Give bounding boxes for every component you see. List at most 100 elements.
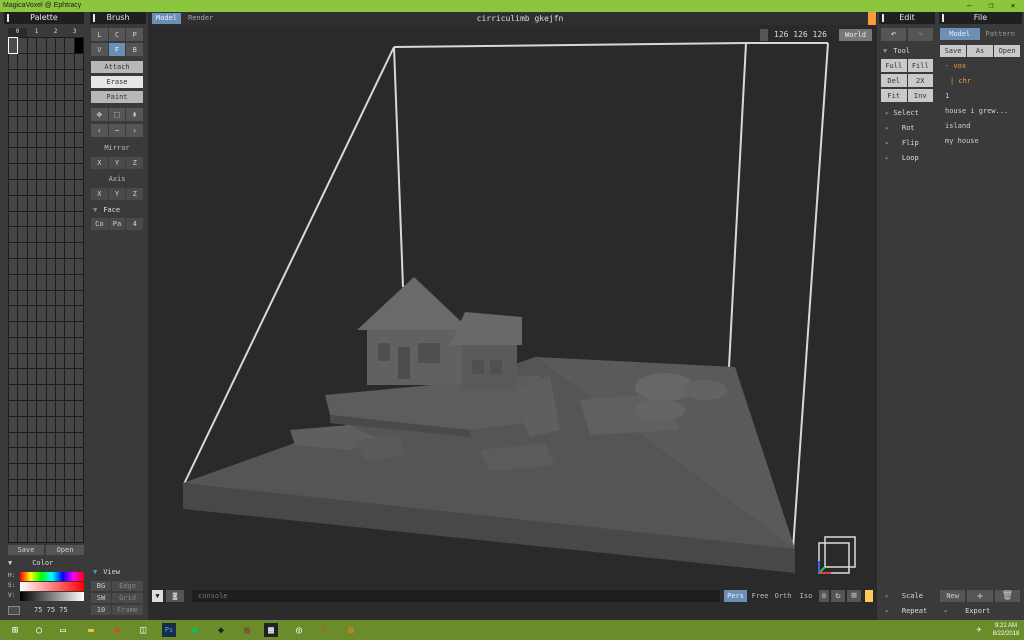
file-explorer-icon[interactable]: ▬: [84, 623, 98, 637]
palette-swatch[interactable]: [65, 511, 74, 527]
palette-swatch[interactable]: [55, 132, 65, 148]
palette-swatch[interactable]: [37, 400, 46, 416]
orientation-gizmo[interactable]: [815, 535, 857, 577]
palette-swatch[interactable]: [37, 385, 46, 400]
palette-swatch[interactable]: [65, 274, 74, 290]
unity-icon[interactable]: ◆: [214, 623, 228, 637]
frame-button[interactable]: Frame: [112, 605, 143, 615]
palette-swatch[interactable]: [65, 243, 74, 258]
palette-swatch[interactable]: [18, 400, 27, 416]
minimize-button[interactable]: —: [958, 0, 980, 12]
tool-del-button[interactable]: Del: [881, 74, 907, 87]
undo-icon[interactable]: ↶: [881, 28, 906, 41]
palette-swatch[interactable]: [27, 132, 37, 148]
palette-swatch[interactable]: [55, 464, 65, 479]
search-icon[interactable]: ○: [32, 623, 46, 637]
palette-swatch[interactable]: [74, 164, 83, 180]
windows-start-icon[interactable]: ⊞: [8, 623, 22, 637]
palette-swatch[interactable]: [27, 101, 37, 116]
palette-swatch[interactable]: [18, 132, 27, 148]
add-icon[interactable]: +: [967, 590, 993, 602]
palette-swatch[interactable]: [65, 527, 74, 542]
tool-full-button[interactable]: Full: [881, 59, 907, 72]
palette-swatch[interactable]: [46, 180, 55, 195]
3d-viewport[interactable]: 126 126 126 World: [150, 25, 876, 587]
palette-swatch[interactable]: [74, 274, 83, 290]
pick-icon[interactable]: ⇞: [126, 108, 144, 121]
palette-swatch[interactable]: [27, 274, 37, 290]
palette-swatch[interactable]: [46, 290, 55, 306]
tab-model[interactable]: Model: [152, 13, 182, 24]
palette-swatch[interactable]: [37, 258, 46, 274]
tool-header[interactable]: ▼ Tool: [883, 47, 933, 56]
palette-swatch[interactable]: [37, 132, 46, 148]
brush-mode-voxel[interactable]: V: [91, 43, 108, 56]
palette-swatch[interactable]: [55, 274, 65, 290]
palette-swatch[interactable]: [74, 101, 83, 116]
palette-swatch[interactable]: [46, 400, 55, 416]
palette-swatch[interactable]: [65, 180, 74, 195]
palette-swatch[interactable]: [46, 464, 55, 479]
palette-swatch[interactable]: [18, 479, 27, 495]
palette-swatch[interactable]: [74, 53, 83, 69]
palette-swatch[interactable]: [55, 164, 65, 180]
palette-swatch[interactable]: [9, 53, 18, 69]
palette-swatch[interactable]: [18, 448, 27, 464]
tab-render[interactable]: Render: [184, 13, 217, 24]
trash-icon[interactable]: 🗑: [994, 590, 1020, 602]
palette-swatch[interactable]: [55, 495, 65, 511]
palette-swatch[interactable]: [65, 195, 74, 211]
palette-swatch[interactable]: [65, 116, 74, 132]
palette-swatch[interactable]: [74, 290, 83, 306]
palette-swatch[interactable]: [74, 432, 83, 448]
palette-swatch[interactable]: [27, 69, 37, 85]
list-item[interactable]: house i grew...: [940, 104, 1020, 119]
palette-swatch[interactable]: [46, 101, 55, 116]
palette-swatch[interactable]: [55, 101, 65, 116]
tool-2x-button[interactable]: 2X: [907, 74, 933, 87]
edge-button[interactable]: Edge: [112, 581, 143, 591]
task-view-icon[interactable]: ▭: [56, 623, 70, 637]
palette-swatch[interactable]: [18, 306, 27, 322]
list-item[interactable]: 1: [940, 89, 1020, 104]
palette-swatch[interactable]: [65, 353, 74, 369]
palette-swatch[interactable]: [9, 400, 18, 416]
scale-menu[interactable]: ▸ Scale: [885, 592, 933, 601]
palette-swatch[interactable]: [18, 180, 27, 195]
palette-swatch[interactable]: [9, 211, 18, 227]
palette-swatch[interactable]: [74, 69, 83, 85]
palette-swatch[interactable]: [55, 195, 65, 211]
palette-swatch[interactable]: [37, 306, 46, 322]
palette-swatch[interactable]: [9, 195, 18, 211]
palette-swatch[interactable]: [27, 416, 37, 432]
select-box-icon[interactable]: ⬚: [108, 108, 126, 121]
palette-swatch[interactable]: [37, 227, 46, 243]
palette-swatch[interactable]: [65, 164, 74, 180]
palette-swatch[interactable]: [74, 132, 83, 148]
palette-swatch[interactable]: [65, 53, 74, 69]
palette-swatch[interactable]: [27, 511, 37, 527]
grid-view-icon[interactable]: ⊞: [847, 590, 861, 602]
mirror-z-button[interactable]: Z: [126, 157, 144, 169]
palette-swatch[interactable]: [27, 258, 37, 274]
palette-swatch[interactable]: [65, 85, 74, 101]
palette-swatch[interactable]: [65, 227, 74, 243]
console-input[interactable]: [192, 590, 720, 602]
palette-swatch[interactable]: [27, 495, 37, 511]
palette-open-button[interactable]: Open: [46, 545, 84, 555]
value-slider[interactable]: [20, 592, 84, 601]
palette-swatch[interactable]: [27, 400, 37, 416]
palette-swatch[interactable]: [65, 369, 74, 385]
folder-vox[interactable]: - vox: [940, 59, 1020, 74]
erase-button[interactable]: Erase: [91, 76, 143, 88]
palette-swatch[interactable]: [18, 290, 27, 306]
palette-swatch[interactable]: [46, 227, 55, 243]
palette-swatch[interactable]: [46, 353, 55, 369]
palette-swatch[interactable]: [65, 416, 74, 432]
palette-swatch[interactable]: [74, 479, 83, 495]
brush-mode-line[interactable]: L: [91, 28, 108, 41]
palette-swatch[interactable]: [27, 306, 37, 322]
palette-swatch[interactable]: [27, 211, 37, 227]
palette-swatch[interactable]: [37, 148, 46, 164]
palette-swatch[interactable]: [55, 227, 65, 243]
